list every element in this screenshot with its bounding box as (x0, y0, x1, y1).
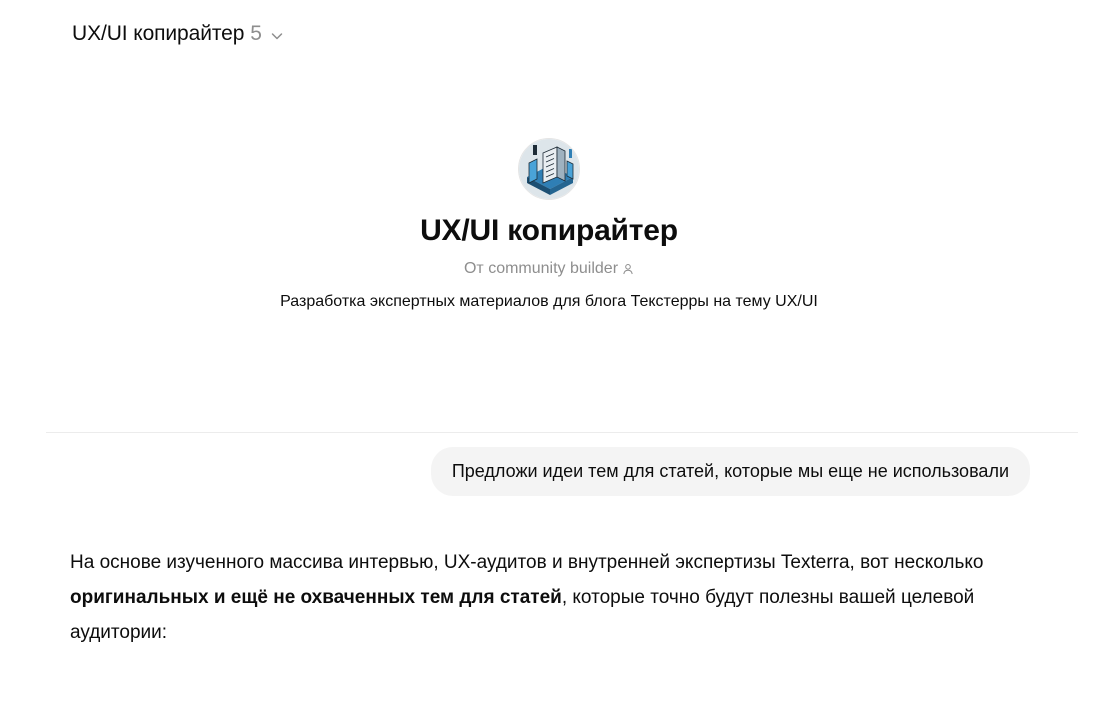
model-name: UX/UI копирайтер (72, 22, 245, 45)
assistant-text-part1: На основе изученного массива интервью, U… (70, 552, 984, 573)
chevron-down-icon (271, 32, 283, 39)
assistant-text-bold: оригинальных и ещё не охваченных тем для… (70, 587, 562, 608)
divider (46, 432, 1078, 433)
model-version: 5 (250, 22, 262, 45)
model-switcher[interactable]: UX/UI копирайтер 5 (64, 18, 292, 50)
user-message: Предложи идеи тем для статей, которые мы… (430, 447, 1030, 496)
person-icon (623, 264, 633, 275)
gpt-author: От community builder (464, 260, 634, 278)
gpt-description: Разработка экспертных материалов для бло… (280, 293, 818, 310)
gpt-avatar (518, 138, 580, 200)
assistant-message: На основе изученного массива интервью, U… (70, 545, 1040, 650)
isometric-city-icon (519, 139, 579, 199)
author-label: От community builder (463, 260, 619, 277)
chat-page: UX/UI копирайтер 5 UX/UI копирайтер От c… (0, 0, 1098, 709)
gpt-intro: UX/UI копирайтер От community builder Ра… (0, 138, 1098, 314)
gpt-title: UX/UI копирайтер (420, 214, 678, 247)
